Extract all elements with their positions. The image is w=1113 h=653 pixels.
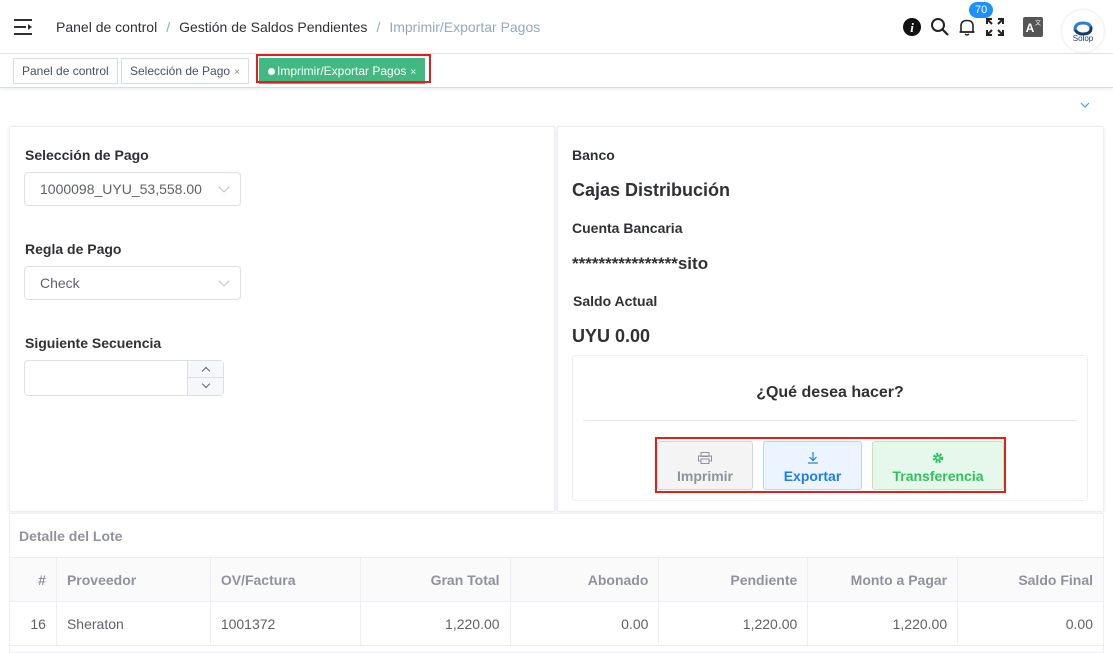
tag-print-export-payments[interactable]: Imprimir/Exportar Pagos × bbox=[259, 58, 426, 84]
column-header[interactable]: Monto a Pagar bbox=[807, 557, 959, 602]
tag-dashboard[interactable]: Panel de control bbox=[13, 58, 118, 84]
cell-vendor: Sheraton bbox=[55, 601, 211, 646]
close-icon[interactable]: × bbox=[410, 67, 416, 78]
account-value: ****************sito bbox=[572, 254, 709, 273]
next-sequence-input[interactable] bbox=[25, 361, 185, 395]
decrease-button[interactable] bbox=[187, 378, 223, 395]
breadcrumb-item-balances[interactable]: Gestión de Saldos Pendientes bbox=[179, 19, 367, 35]
tag-payment-selection[interactable]: Selección de Pago × bbox=[121, 58, 249, 84]
translate-icon[interactable]: A 文 bbox=[1023, 17, 1043, 37]
payment-rule-label: Regla de Pago bbox=[25, 241, 122, 257]
transfer-button[interactable]: Transferencia bbox=[872, 441, 1004, 490]
collapse-chevron-icon[interactable] bbox=[1080, 100, 1090, 110]
download-icon bbox=[807, 452, 818, 464]
menu-toggle-icon[interactable] bbox=[14, 19, 32, 35]
table-header-row: # Proveedor OV/Factura Gran Total Abonad… bbox=[9, 557, 1104, 602]
payment-rule-select[interactable]: Check bbox=[24, 266, 241, 300]
export-button[interactable]: Exportar bbox=[763, 441, 862, 490]
bell-icon[interactable] bbox=[957, 17, 977, 37]
info-icon[interactable]: i bbox=[902, 17, 922, 37]
cell-index: 16 bbox=[9, 601, 57, 646]
notification-badge: 70 bbox=[969, 2, 994, 18]
cell-pending: 1,220.00 bbox=[658, 601, 809, 646]
payment-selection-select[interactable]: 1000098_UYU_53,558.00 bbox=[24, 172, 241, 206]
column-header[interactable]: Proveedor bbox=[55, 557, 211, 602]
column-header[interactable]: Saldo Final bbox=[957, 557, 1104, 602]
balance-value: UYU 0.00 bbox=[572, 326, 651, 346]
top-navbar: Panel de control / Gestión de Saldos Pen… bbox=[0, 0, 1113, 54]
avatar[interactable]: Solop bbox=[1062, 10, 1104, 52]
chevron-down-icon bbox=[218, 275, 230, 287]
increase-button[interactable] bbox=[187, 361, 223, 378]
breadcrumb-item-current: Imprimir/Exportar Pagos bbox=[389, 19, 541, 35]
search-icon[interactable] bbox=[930, 17, 950, 37]
svg-text:A: A bbox=[1026, 21, 1035, 35]
cell-paid: 0.00 bbox=[509, 601, 660, 646]
svg-text:文: 文 bbox=[1035, 19, 1041, 27]
printer-icon bbox=[698, 452, 712, 464]
next-sequence-stepper bbox=[24, 360, 224, 396]
close-icon[interactable]: × bbox=[234, 67, 240, 78]
payment-selection-label: Selección de Pago bbox=[25, 147, 149, 163]
breadcrumb-item-dashboard[interactable]: Panel de control bbox=[56, 19, 157, 35]
cell-invoice: 1001372 bbox=[209, 601, 361, 646]
column-header[interactable]: Gran Total bbox=[359, 557, 511, 602]
bank-value: Cajas Distribución bbox=[572, 180, 731, 200]
batch-table: # Proveedor OV/Factura Gran Total Abonad… bbox=[9, 557, 1104, 646]
column-header[interactable]: Abonado bbox=[509, 557, 660, 602]
cell-grand-total: 1,220.00 bbox=[359, 601, 511, 646]
account-label: Cuenta Bancaria bbox=[572, 220, 683, 236]
column-header[interactable]: OV/Factura bbox=[209, 557, 361, 602]
gear-icon bbox=[932, 452, 944, 464]
actions-question: ¿Qué desea hacer? bbox=[756, 384, 904, 401]
next-sequence-label: Siguiente Secuencia bbox=[25, 335, 162, 351]
batch-detail-title: Detalle del Lote bbox=[19, 528, 123, 544]
table-row[interactable]: 16 Sheraton 1001372 1,220.00 0.00 1,220.… bbox=[9, 601, 1104, 646]
column-header[interactable]: Pendiente bbox=[658, 557, 809, 602]
svg-text:i: i bbox=[910, 20, 914, 35]
column-header[interactable]: # bbox=[9, 557, 57, 602]
cell-amount-to-pay: 1,220.00 bbox=[807, 601, 959, 646]
balance-label: Saldo Actual bbox=[573, 293, 658, 309]
cell-final-balance: 0.00 bbox=[957, 601, 1104, 646]
breadcrumb: Panel de control / Gestión de Saldos Pen… bbox=[56, 19, 541, 35]
fullscreen-icon[interactable] bbox=[985, 17, 1005, 37]
print-button[interactable]: Imprimir bbox=[657, 441, 753, 490]
tags-view-bar: Panel de control Selección de Pago × Impr… bbox=[0, 54, 1113, 88]
chevron-down-icon bbox=[218, 181, 230, 193]
bank-label: Banco bbox=[572, 147, 615, 163]
active-dot-icon bbox=[268, 68, 275, 75]
divider bbox=[583, 420, 1077, 421]
